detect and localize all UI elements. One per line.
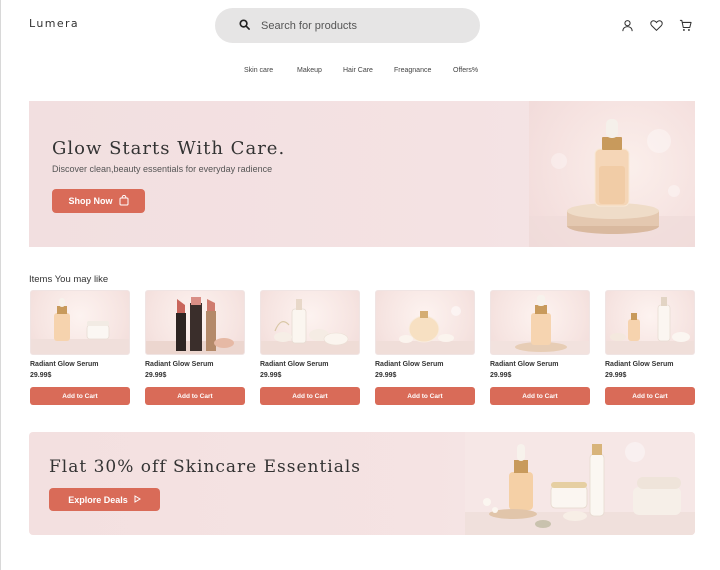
product-image[interactable] [490,290,590,355]
product-image[interactable] [260,290,360,355]
hero-serum-image [529,101,695,247]
promo-skincare-image [465,432,695,535]
product-price: 29.99$ [375,372,397,379]
product-price: 29.99$ [605,372,627,379]
promo-title: Flat 30% off Skincare Essentials [49,457,362,477]
nav-item-makeup[interactable]: Makeup [297,67,322,74]
product-card[interactable]: Radiant Glow Serum 29.99$ Add to Cart [30,290,130,405]
product-card[interactable]: Radiant Glow Serum 29.99$ Add to Cart [375,290,475,405]
explore-deals-label: Explore Deals [68,494,128,505]
product-name: Radiant Glow Serum [30,361,99,368]
product-image[interactable] [605,290,695,355]
add-to-cart-button[interactable]: Add to Cart [490,387,590,405]
cart-icon[interactable] [678,18,693,33]
product-price: 29.99$ [30,372,52,379]
nav-item-hair-care[interactable]: Hair Care [343,67,373,74]
hero-title: Glow Starts With Care. [52,138,286,159]
product-image[interactable] [375,290,475,355]
product-card[interactable]: Radiant Glow Serum 29.99$ Add to Cart [145,290,245,405]
search-icon [239,17,250,35]
add-to-cart-button[interactable]: Add to Cart [605,387,695,405]
add-to-cart-button[interactable]: Add to Cart [30,387,130,405]
add-to-cart-button[interactable]: Add to Cart [375,387,475,405]
search-bar[interactable]: Search for products [215,8,480,43]
user-icon[interactable] [620,18,635,33]
product-image[interactable] [145,290,245,355]
shop-now-button[interactable]: Shop Now [52,189,145,213]
shopping-bag-icon [119,194,129,208]
hero-banner: Glow Starts With Care. Discover clean,be… [29,101,695,247]
hero-subtitle: Discover clean,beauty essentials for eve… [52,164,273,174]
nav-item-fragrance[interactable]: Freagnance [394,67,431,74]
nav-item-offers[interactable]: Offers% [453,67,478,74]
product-name: Radiant Glow Serum [260,361,329,368]
product-price: 29.99$ [260,372,282,379]
search-input[interactable]: Search for products [261,20,357,32]
product-price: 29.99$ [145,372,167,379]
play-arrow-icon [134,494,141,505]
add-to-cart-button[interactable]: Add to Cart [145,387,245,405]
product-image[interactable] [30,290,130,355]
heart-icon[interactable] [649,18,664,33]
shop-now-label: Shop Now [68,196,113,206]
page-frame: Lumera Search for products Skin care Mak… [0,0,720,570]
product-card[interactable]: Radiant Glow Serum 29.99$ Add to Cart [490,290,590,405]
product-price: 29.99$ [490,372,512,379]
product-name: Radiant Glow Serum [605,361,674,368]
explore-deals-button[interactable]: Explore Deals [49,488,160,511]
product-name: Radiant Glow Serum [490,361,559,368]
product-card[interactable]: Radiant Glow Serum 29.99$ Add to Cart [260,290,360,405]
product-card[interactable]: Radiant Glow Serum 29.99$ Add to Cart [605,290,695,405]
items-section-title: Items You may like [29,274,109,285]
product-name: Radiant Glow Serum [375,361,444,368]
promo-banner: Flat 30% off Skincare Essentials Explore… [29,432,695,535]
product-name: Radiant Glow Serum [145,361,214,368]
add-to-cart-button[interactable]: Add to Cart [260,387,360,405]
nav-item-skin-care[interactable]: Skin care [244,67,273,74]
header-actions [620,18,693,33]
brand-logo[interactable]: Lumera [29,17,79,30]
